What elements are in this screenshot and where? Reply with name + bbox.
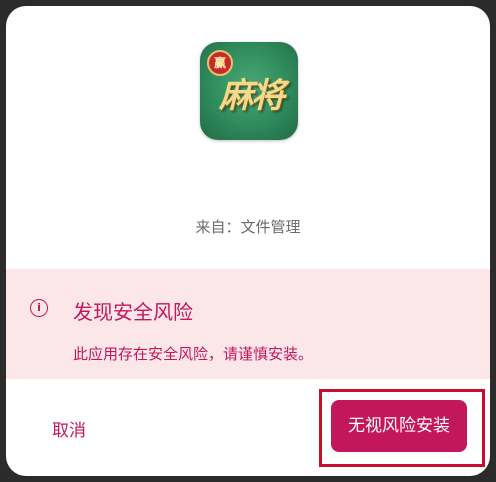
source-label: 来自：文件管理	[195, 218, 301, 236]
security-warning-banner: i 发现安全风险 此应用存在安全风险，请谨慎安装。	[6, 269, 490, 379]
info-circle-icon: i	[30, 299, 48, 317]
app-icon-title: 麻将	[219, 76, 285, 116]
cancel-button[interactable]: 取消	[52, 416, 86, 441]
install-dialog: 赢 麻将 来自：文件管理 i 发现安全风险 此应用存在安全风险，请谨慎安装。 取…	[6, 6, 490, 476]
warning-title: 发现安全风险	[73, 300, 193, 324]
warning-description: 此应用存在安全风险，请谨慎安装。	[73, 345, 314, 363]
ignore-risk-install-button[interactable]: 无视风险安装	[331, 400, 467, 452]
mahjong-app-icon: 赢 麻将	[200, 42, 298, 140]
